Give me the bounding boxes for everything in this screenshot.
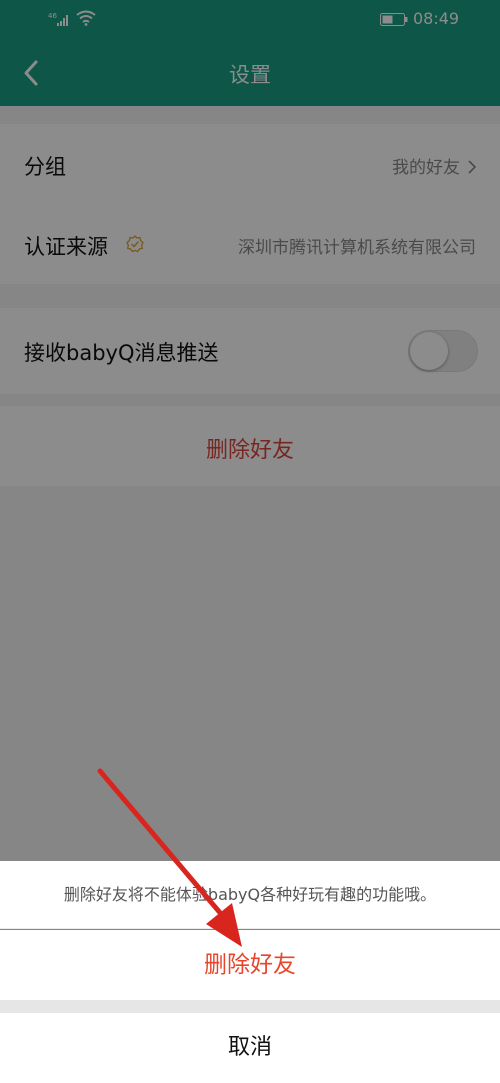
cancel-button[interactable]: 取消: [0, 1013, 500, 1083]
action-sheet: 删除好友将不能体验babyQ各种好玩有趣的功能哦。 删除好友 取消: [0, 861, 500, 1083]
action-sheet-message: 删除好友将不能体验babyQ各种好玩有趣的功能哦。: [0, 861, 500, 929]
sheet-divider: [0, 1000, 500, 1013]
confirm-delete-button[interactable]: 删除好友: [0, 930, 500, 1000]
